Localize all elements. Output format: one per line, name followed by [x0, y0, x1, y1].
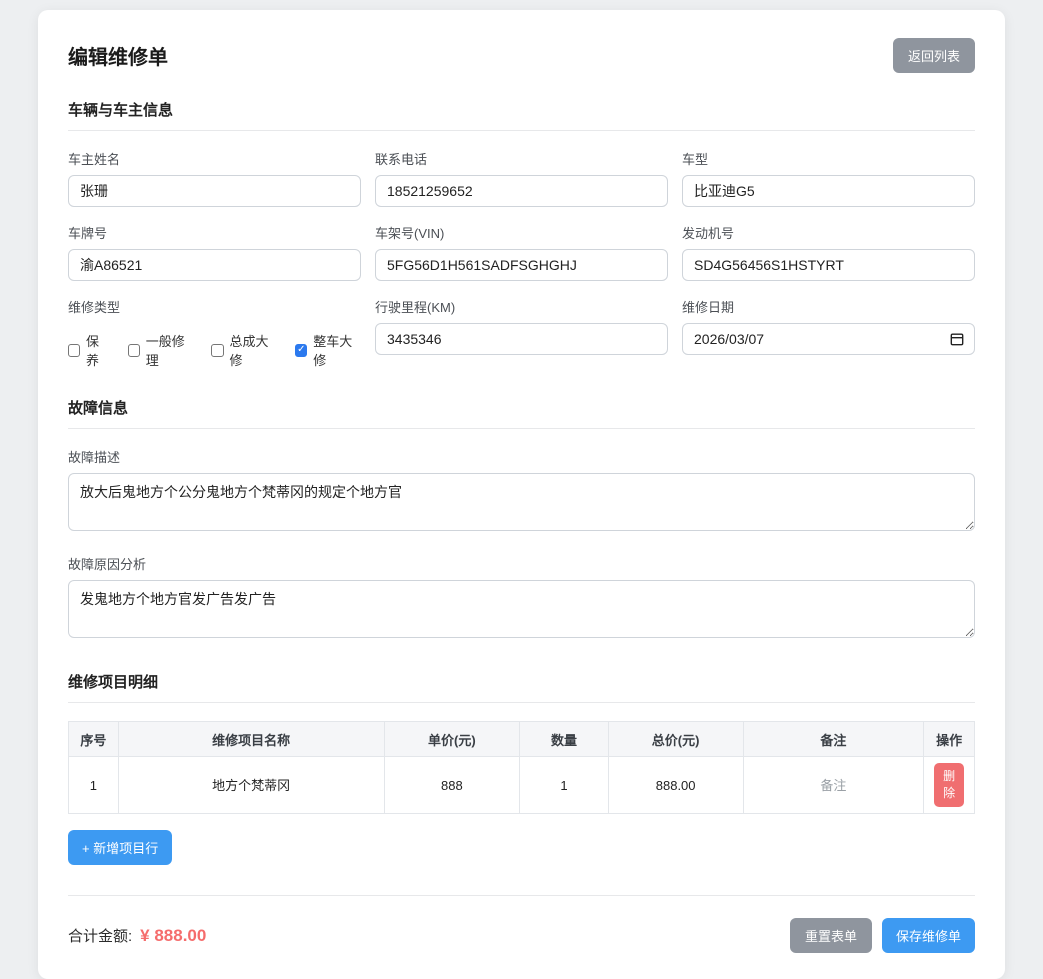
- form-footer: 合计金额: ¥ 888.00 重置表单 保存维修单: [68, 895, 975, 953]
- row-item-name-cell: [118, 757, 384, 814]
- repair-date-input[interactable]: 2026/03/07: [682, 323, 975, 355]
- total-amount-label: 合计金额:: [68, 925, 132, 946]
- edit-repair-order-card: 编辑维修单 返回列表 车辆与车主信息 车主姓名 联系电话 车型 车牌号 车架: [38, 10, 1005, 979]
- remark-input[interactable]: [750, 778, 918, 793]
- item-name-input[interactable]: [125, 777, 378, 792]
- checkbox-icon: [295, 344, 307, 357]
- card-header: 编辑维修单 返回列表: [68, 38, 975, 73]
- plate-number-field: 车牌号: [68, 223, 361, 281]
- repair-date-value: 2026/03/07: [694, 331, 764, 347]
- repair-items-section: 维修项目明细 序号 维修项目名称 单价(元) 数量 总价(元) 备注 操作 1: [68, 671, 975, 865]
- vehicle-owner-section: 车辆与车主信息 车主姓名 联系电话 车型 车牌号 车架号(VIN): [68, 99, 975, 369]
- repair-type-field: 维修类型 保养 一般修理 总成大修: [68, 297, 361, 369]
- mileage-label: 行驶里程(KM): [375, 297, 668, 316]
- repair-date-label: 维修日期: [682, 297, 975, 316]
- row-total-price-cell: 888.00: [608, 757, 743, 814]
- fault-analysis-field: 故障原因分析 发鬼地方个地方官发广告发广告: [68, 554, 975, 643]
- fault-analysis-label: 故障原因分析: [68, 554, 975, 573]
- engine-number-field: 发动机号: [682, 223, 975, 281]
- checkbox-icon: [68, 344, 80, 357]
- repair-type-checkbox-assembly-overhaul[interactable]: 总成大修: [211, 331, 277, 369]
- repair-items-table: 序号 维修项目名称 单价(元) 数量 总价(元) 备注 操作 1: [68, 721, 975, 814]
- car-model-label: 车型: [682, 149, 975, 168]
- mileage-input[interactable]: [375, 323, 668, 355]
- mileage-field: 行驶里程(KM): [375, 297, 668, 369]
- repair-type-label: 维修类型: [68, 297, 361, 316]
- repair-type-checkbox-maintenance[interactable]: 保养: [68, 331, 110, 369]
- plate-number-label: 车牌号: [68, 223, 361, 242]
- engine-number-label: 发动机号: [682, 223, 975, 242]
- fault-info-section: 故障信息 故障描述 放大后鬼地方个公分鬼地方个梵蒂冈的规定个地方官 故障原因分析…: [68, 397, 975, 643]
- back-to-list-button[interactable]: 返回列表: [893, 38, 975, 73]
- header-total-price: 总价(元): [608, 722, 743, 757]
- row-index-cell: 1: [69, 757, 119, 814]
- vin-label: 车架号(VIN): [375, 223, 668, 242]
- checkbox-icon: [128, 344, 140, 357]
- header-remark: 备注: [743, 722, 924, 757]
- header-index: 序号: [69, 722, 119, 757]
- header-quantity: 数量: [520, 722, 609, 757]
- row-quantity-cell: [520, 757, 609, 814]
- owner-name-input[interactable]: [68, 175, 361, 207]
- page-title: 编辑维修单: [68, 41, 168, 70]
- calendar-icon: [950, 332, 964, 346]
- fault-analysis-textarea[interactable]: 发鬼地方个地方官发广告发广告: [68, 580, 975, 638]
- row-unit-price-cell: [384, 757, 520, 814]
- phone-label: 联系电话: [375, 149, 668, 168]
- table-row: 1 888.00 删除: [69, 757, 975, 814]
- unit-price-input[interactable]: [391, 778, 514, 793]
- quantity-input[interactable]: [526, 778, 602, 793]
- fault-description-textarea[interactable]: 放大后鬼地方个公分鬼地方个梵蒂冈的规定个地方官: [68, 473, 975, 531]
- add-item-row-button[interactable]: + 新增项目行: [68, 830, 172, 865]
- vin-field: 车架号(VIN): [375, 223, 668, 281]
- owner-name-field: 车主姓名: [68, 149, 361, 207]
- car-model-input[interactable]: [682, 175, 975, 207]
- reset-form-button[interactable]: 重置表单: [790, 918, 872, 953]
- save-repair-order-button[interactable]: 保存维修单: [882, 918, 975, 953]
- vin-input[interactable]: [375, 249, 668, 281]
- row-remark-cell: [743, 757, 924, 814]
- vehicle-owner-section-title: 车辆与车主信息: [68, 99, 975, 131]
- total-amount-value: ¥ 888.00: [140, 926, 206, 946]
- phone-input[interactable]: [375, 175, 668, 207]
- plate-number-input[interactable]: [68, 249, 361, 281]
- repair-date-field: 维修日期 2026/03/07: [682, 297, 975, 369]
- fault-description-field: 故障描述 放大后鬼地方个公分鬼地方个梵蒂冈的规定个地方官: [68, 447, 975, 536]
- checkbox-icon: [211, 344, 223, 357]
- header-operation: 操作: [924, 722, 975, 757]
- phone-field: 联系电话: [375, 149, 668, 207]
- repair-type-checkbox-full-overhaul[interactable]: 整车大修: [295, 331, 361, 369]
- header-item-name: 维修项目名称: [118, 722, 384, 757]
- total-amount: 合计金额: ¥ 888.00: [68, 925, 206, 946]
- table-header-row: 序号 维修项目名称 单价(元) 数量 总价(元) 备注 操作: [69, 722, 975, 757]
- row-operation-cell: 删除: [924, 757, 975, 814]
- repair-type-checkbox-general-repair[interactable]: 一般修理: [128, 331, 194, 369]
- header-unit-price: 单价(元): [384, 722, 520, 757]
- repair-items-section-title: 维修项目明细: [68, 671, 975, 703]
- fault-info-section-title: 故障信息: [68, 397, 975, 429]
- car-model-field: 车型: [682, 149, 975, 207]
- fault-description-label: 故障描述: [68, 447, 975, 466]
- owner-name-label: 车主姓名: [68, 149, 361, 168]
- delete-row-button[interactable]: 删除: [934, 763, 964, 808]
- engine-number-input[interactable]: [682, 249, 975, 281]
